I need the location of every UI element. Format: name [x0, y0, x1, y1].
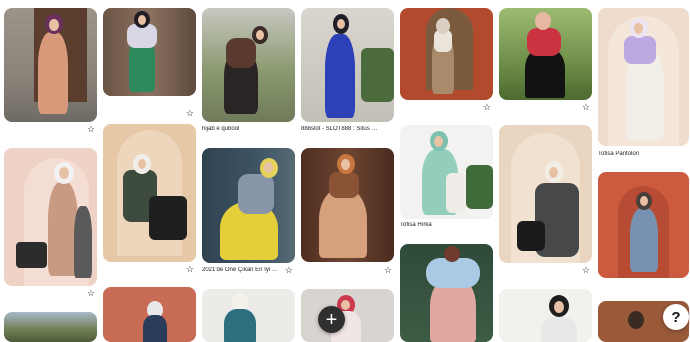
pin-card[interactable]: Tofisa Hırka [400, 125, 493, 233]
pin-card[interactable] [301, 289, 394, 342]
pin-card[interactable]: ☆ [103, 8, 196, 118]
star-icon[interactable]: ☆ [87, 125, 95, 134]
pin-image[interactable] [103, 287, 196, 342]
star-icon[interactable]: ☆ [483, 103, 491, 112]
question-icon: ? [671, 308, 681, 326]
pin-card[interactable]: ☆ [4, 8, 97, 136]
pin-card[interactable]: 2021'de Öne Çıkan En İyi 47... ☆ [202, 148, 295, 276]
pin-card[interactable]: ☆ [400, 8, 493, 113]
pin-caption: 2021'de Öne Çıkan En İyi 47... [202, 267, 280, 273]
pin-image[interactable] [4, 148, 97, 286]
pin-image[interactable] [400, 244, 493, 342]
star-icon[interactable]: ☆ [87, 289, 95, 298]
pin-image[interactable] [301, 8, 394, 122]
help-button[interactable]: ? [663, 304, 689, 330]
create-button[interactable]: + [318, 306, 345, 333]
plus-icon: + [325, 308, 338, 331]
pin-image[interactable] [202, 289, 295, 342]
pin-card[interactable]: ☆ [301, 148, 394, 276]
pin-image[interactable] [202, 8, 295, 122]
star-icon[interactable]: ☆ [186, 265, 194, 274]
pin-image[interactable] [301, 289, 394, 342]
pin-card[interactable]: hijab e qubool [202, 8, 295, 136]
pin-image[interactable] [400, 8, 493, 100]
pin-image[interactable] [400, 125, 493, 219]
pin-card[interactable]: ☆ [4, 148, 97, 300]
pin-card[interactable]: ☆ [103, 124, 196, 276]
pin-card[interactable] [202, 289, 295, 342]
pin-caption: 888slot - SLOT888 : Situs Slo... [301, 126, 379, 132]
pin-image[interactable] [103, 8, 196, 96]
pin-image[interactable] [598, 8, 689, 146]
pin-image[interactable] [4, 8, 97, 122]
pin-card[interactable] [598, 172, 689, 290]
pin-caption: Tofisa Hırka [400, 222, 432, 228]
star-icon[interactable]: ☆ [582, 266, 590, 275]
pin-card[interactable]: ☆ [499, 8, 592, 113]
pin-image[interactable] [499, 289, 592, 342]
pin-image[interactable] [301, 148, 394, 262]
pin-caption: hijab e qubool [202, 126, 240, 132]
star-icon[interactable]: ☆ [186, 109, 194, 118]
star-icon[interactable]: ☆ [582, 103, 590, 112]
pin-image[interactable] [499, 125, 592, 263]
star-icon[interactable]: ☆ [384, 266, 392, 275]
pin-card[interactable] [400, 244, 493, 342]
pin-image[interactable] [202, 148, 295, 263]
star-icon[interactable]: ☆ [285, 266, 293, 275]
pin-image[interactable] [103, 124, 196, 262]
pin-card[interactable]: ☆ [499, 125, 592, 276]
pin-card[interactable] [103, 287, 196, 342]
pin-image[interactable] [598, 172, 689, 278]
pin-card[interactable]: Tofisa Pantolon [598, 8, 689, 160]
pin-image[interactable] [499, 8, 592, 100]
pin-card[interactable]: 888slot - SLOT888 : Situs Slo... [301, 8, 394, 136]
pin-card[interactable] [499, 289, 592, 342]
pin-caption: Tofisa Pantolon [598, 151, 640, 157]
